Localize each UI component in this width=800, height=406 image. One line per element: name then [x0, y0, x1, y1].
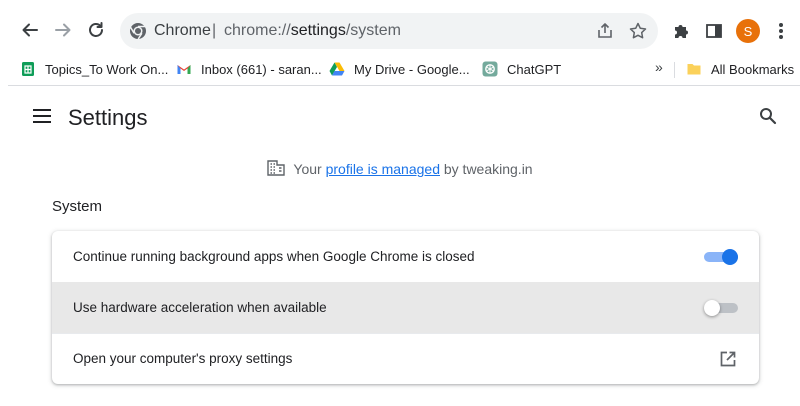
bookmark-star-icon[interactable] [628, 21, 648, 41]
row-label: Continue running background apps when Go… [73, 249, 475, 264]
forward-arrow-icon [55, 23, 71, 37]
browser-toolbar: Chrome | chrome://settings/system S [0, 0, 800, 60]
background-apps-row[interactable]: Continue running background apps when Go… [52, 231, 759, 282]
more-vert-icon [779, 23, 783, 39]
row-label: Use hardware acceleration when available [73, 300, 327, 315]
bookmarks-bar: Topics_To Work On... Inbox (661) - saran… [0, 56, 800, 84]
chatgpt-icon [482, 61, 498, 77]
hardware-acceleration-toggle[interactable] [704, 300, 738, 316]
side-panel-button[interactable] [703, 20, 725, 42]
url-text: chrome://settings/system [224, 22, 401, 40]
bookmark-item[interactable]: Topics_To Work On... [20, 58, 168, 80]
chrome-menu-button[interactable] [770, 20, 792, 42]
search-icon[interactable] [758, 106, 778, 126]
profile-avatar[interactable]: S [736, 19, 760, 43]
managed-notice: Your profile is managed by tweaking.in [0, 160, 800, 177]
reload-button[interactable] [82, 16, 110, 44]
bookmark-item[interactable]: ChatGPT [482, 58, 561, 80]
back-arrow-icon [22, 23, 38, 37]
menu-icon[interactable] [33, 108, 51, 124]
reload-icon [89, 22, 103, 37]
back-button[interactable] [16, 16, 44, 44]
managed-prefix: Your [293, 161, 322, 177]
row-label: Open your computer's proxy settings [73, 351, 293, 366]
bookmarks-overflow-button[interactable]: » [655, 59, 663, 75]
google-drive-icon [329, 62, 345, 76]
bookmarks-divider [674, 62, 675, 78]
address-bar[interactable]: Chrome | chrome://settings/system [120, 13, 658, 49]
share-icon[interactable] [595, 21, 615, 41]
extensions-button[interactable] [670, 20, 692, 42]
page-title: Settings [68, 105, 148, 130]
bookmark-item[interactable]: My Drive - Google... [329, 58, 470, 80]
bookmark-label: Topics_To Work On... [45, 61, 169, 77]
all-bookmarks-label: All Bookmarks [711, 61, 795, 77]
omnibox-separator: | [212, 22, 217, 39]
proxy-settings-row[interactable]: Open your computer's proxy settings [52, 333, 759, 384]
puzzle-icon [675, 25, 688, 38]
bookmark-item[interactable]: Inbox (661) - saran... [176, 58, 322, 80]
system-settings-card: Continue running background apps when Go… [52, 231, 759, 384]
side-panel-icon [706, 24, 722, 38]
bookmark-label: My Drive - Google... [354, 61, 470, 77]
chrome-logo-icon [129, 23, 146, 40]
settings-page: Settings Your profile is managed by twea… [0, 86, 800, 406]
all-bookmarks-button[interactable]: All Bookmarks [686, 58, 794, 80]
building-icon [267, 160, 286, 176]
google-sheets-icon [22, 62, 34, 76]
section-title: System [52, 198, 103, 215]
open-in-new-icon[interactable] [719, 350, 737, 368]
hardware-acceleration-row[interactable]: Use hardware acceleration when available [52, 282, 759, 333]
managed-suffix: by tweaking.in [443, 161, 533, 177]
folder-icon [687, 64, 701, 75]
gmail-icon [177, 65, 191, 74]
managed-profile-link[interactable]: profile is managed [326, 161, 440, 177]
bookmark-label: ChatGPT [507, 61, 562, 77]
forward-button[interactable] [49, 16, 77, 44]
site-label: Chrome [154, 22, 211, 39]
url-path: /system [345, 22, 401, 39]
url-prefix: chrome:// [224, 22, 291, 39]
bookmark-label: Inbox (661) - saran... [201, 61, 322, 77]
url-host: settings [290, 22, 346, 39]
background-apps-toggle[interactable] [704, 249, 738, 265]
